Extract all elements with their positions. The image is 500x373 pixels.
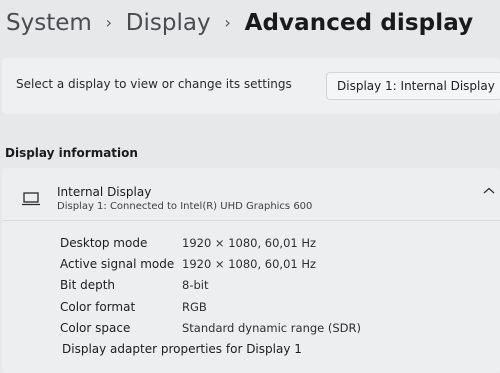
property-label: Color space [60,321,131,335]
property-value: 1920 × 1080, 60,01 Hz [182,257,317,271]
display-select-dropdown[interactable]: Display 1: Internal Display∨ [326,72,500,100]
breadcrumb-display[interactable]: Display [126,4,211,42]
property-row-color-format: Color format RGB [60,300,500,318]
property-row-active-signal-mode: Active signal mode 1920 × 1080, 60,01 Hz [60,257,500,275]
property-label: Bit depth [60,278,116,292]
section-title-display-information: Display information [5,146,138,160]
monitor-icon [22,192,40,206]
page-title: Advanced display [244,10,474,36]
display-select-value: Display 1: Internal Display [337,79,495,93]
display-information-card: Internal Display Display 1: Connected to… [2,168,500,373]
property-row-bit-depth: Bit depth 8-bit [60,278,500,296]
property-value: RGB [182,300,207,314]
property-value: 8-bit [182,278,209,292]
property-row-desktop-mode: Desktop mode 1920 × 1080, 60,01 Hz [60,236,500,254]
property-label: Desktop mode [60,236,148,250]
property-label: Active signal mode [60,257,175,271]
display-connection-text: Display 1: Connected to Intel(R) UHD Gra… [57,201,313,212]
property-row-color-space: Color space Standard dynamic range (SDR) [60,321,500,339]
breadcrumb-separator: › [105,13,112,32]
breadcrumb-separator: › [224,13,231,32]
property-value: Standard dynamic range (SDR) [182,321,362,335]
property-value: 1920 × 1080, 60,01 Hz [182,236,317,250]
chevron-up-icon[interactable] [482,186,496,196]
display-selector-label: Select a display to view or change its s… [16,77,292,91]
property-label: Color format [60,300,136,314]
breadcrumb-system[interactable]: System [6,4,92,42]
display-information-header[interactable]: Internal Display Display 1: Connected to… [2,168,500,221]
display-selector-card: Select a display to view or change its s… [2,58,500,114]
breadcrumb: System › Display › Advanced display [6,4,500,42]
display-adapter-properties-link[interactable]: Display adapter properties for Display 1 [62,342,302,356]
display-name: Internal Display [57,185,152,199]
